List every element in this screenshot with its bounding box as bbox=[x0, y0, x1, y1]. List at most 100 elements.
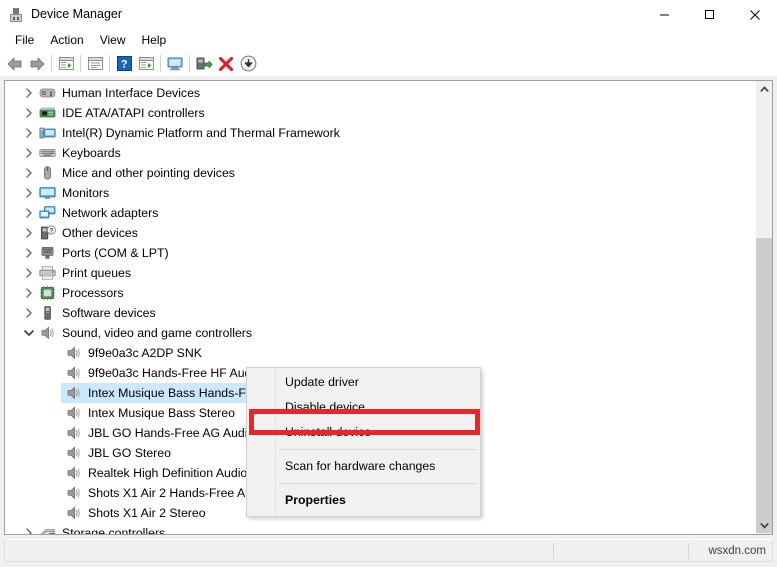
context-menu-item-scan-for-hardware-changes[interactable]: Scan for hardware changes bbox=[247, 454, 480, 479]
scrollbar-thumb[interactable] bbox=[756, 238, 772, 533]
menu-view[interactable]: View bbox=[92, 30, 134, 50]
tree-node-label: Intel(R) Dynamic Platform and Thermal Fr… bbox=[62, 126, 340, 140]
tree-category-row[interactable]: Mice and other pointing devices bbox=[5, 163, 755, 183]
chevron-right-icon[interactable] bbox=[21, 525, 37, 534]
toolbar-separator bbox=[160, 55, 161, 72]
toolbar-separator bbox=[109, 55, 110, 72]
uninstall-device-icon[interactable] bbox=[215, 53, 237, 75]
status-divider bbox=[688, 543, 689, 559]
window-controls bbox=[642, 0, 777, 29]
svg-text:?: ? bbox=[49, 228, 53, 235]
forward-icon[interactable] bbox=[26, 53, 48, 75]
chevron-right-icon[interactable] bbox=[21, 305, 37, 321]
tree-category-row[interactable]: Human Interface Devices bbox=[5, 83, 755, 103]
chevron-right-icon[interactable] bbox=[21, 85, 37, 101]
show-hide-action-pane-icon[interactable] bbox=[135, 53, 157, 75]
chevron-right-icon[interactable] bbox=[21, 265, 37, 281]
tree-node-label: JBL GO Hands-Free AG Audio bbox=[88, 426, 255, 440]
speaker-icon bbox=[65, 485, 82, 501]
tree-category-row[interactable]: Monitors bbox=[5, 183, 755, 203]
menu-file[interactable]: File bbox=[7, 30, 42, 50]
maximize-button[interactable] bbox=[687, 0, 732, 29]
speaker-icon bbox=[65, 465, 82, 481]
scrollbar-track[interactable] bbox=[756, 98, 772, 533]
tree-node-label: Other devices bbox=[62, 226, 138, 240]
show-hide-console-tree-icon[interactable] bbox=[55, 53, 77, 75]
vertical-scrollbar[interactable] bbox=[755, 81, 772, 534]
chevron-right-icon[interactable] bbox=[21, 165, 37, 181]
tree-category-row[interactable]: Sound, video and game controllers bbox=[5, 323, 755, 343]
back-icon[interactable] bbox=[4, 53, 26, 75]
context-menu-item-uninstall-device[interactable]: Uninstall device bbox=[247, 420, 480, 445]
chevron-right-icon[interactable] bbox=[21, 185, 37, 201]
tree-category-row[interactable]: Storage controllers bbox=[5, 523, 755, 534]
watermark-text: wsxdn.com bbox=[708, 545, 766, 557]
tree-category-row[interactable]: Keyboards bbox=[5, 143, 755, 163]
chevron-right-icon[interactable] bbox=[21, 225, 37, 241]
processor-icon bbox=[39, 285, 56, 301]
context-menu: Update driver Disable device Uninstall d… bbox=[246, 367, 481, 517]
tree-node-label: Shots X1 Air 2 Stereo bbox=[88, 506, 206, 520]
tree-category-row[interactable]: Network adapters bbox=[5, 203, 755, 223]
disable-device-icon[interactable] bbox=[237, 53, 259, 75]
ide-controller-icon bbox=[39, 105, 56, 121]
tree-category-row[interactable]: Software devices bbox=[5, 303, 755, 323]
tree-category-row[interactable]: Processors bbox=[5, 283, 755, 303]
menu-help[interactable]: Help bbox=[134, 30, 175, 50]
system-device-icon bbox=[39, 125, 56, 141]
close-button[interactable] bbox=[732, 0, 777, 29]
tree-category-row[interactable]: ? Other devices bbox=[5, 223, 755, 243]
tree-node-label: Print queues bbox=[62, 266, 132, 280]
speaker-icon bbox=[65, 365, 82, 381]
context-menu-item-update-driver[interactable]: Update driver bbox=[247, 370, 480, 395]
tree-category-row[interactable]: Print queues bbox=[5, 263, 755, 283]
chevron-right-icon[interactable] bbox=[21, 145, 37, 161]
menu-bar: File Action View Help bbox=[0, 29, 777, 51]
menu-action[interactable]: Action bbox=[42, 30, 91, 50]
tree-node-label: Mice and other pointing devices bbox=[62, 166, 235, 180]
context-menu-separator bbox=[279, 483, 476, 484]
tree-category-row[interactable]: IDE ATA/ATAPI controllers bbox=[5, 103, 755, 123]
scroll-down-icon[interactable] bbox=[756, 517, 772, 534]
tree-node-label: Realtek High Definition Audio bbox=[88, 466, 248, 480]
chevron-right-icon[interactable] bbox=[21, 125, 37, 141]
storage-controller-icon bbox=[39, 525, 56, 534]
status-bar: wsxdn.com bbox=[4, 539, 773, 562]
help-icon[interactable]: ? bbox=[113, 53, 135, 75]
minimize-button[interactable] bbox=[642, 0, 687, 29]
toolbar-separator bbox=[189, 55, 190, 72]
mouse-icon bbox=[39, 165, 56, 181]
context-menu-item-properties[interactable]: Properties bbox=[247, 488, 480, 513]
speaker-icon bbox=[65, 505, 82, 521]
keyboard-icon bbox=[39, 145, 56, 161]
chevron-right-icon[interactable] bbox=[21, 285, 37, 301]
properties-icon[interactable] bbox=[84, 53, 106, 75]
tree-node-label: Sound, video and game controllers bbox=[62, 326, 253, 340]
tree-node-label: Network adapters bbox=[62, 206, 159, 220]
tree-node-label: 9f9e0a3c Hands-Free HF Audio bbox=[88, 366, 261, 380]
monitor-icon bbox=[39, 185, 56, 201]
port-icon bbox=[39, 245, 56, 261]
tree-category-row[interactable]: Intel(R) Dynamic Platform and Thermal Fr… bbox=[5, 123, 755, 143]
scan-for-hardware-changes-icon[interactable] bbox=[164, 53, 186, 75]
tree-node-label: Ports (COM & LPT) bbox=[62, 246, 169, 260]
update-driver-icon[interactable] bbox=[193, 53, 215, 75]
tree-device-row[interactable]: 9f9e0a3c A2DP SNK bbox=[5, 343, 755, 363]
title-bar: Device Manager bbox=[0, 0, 777, 29]
context-menu-item-disable-device[interactable]: Disable device bbox=[247, 395, 480, 420]
chevron-right-icon[interactable] bbox=[21, 245, 37, 261]
speaker-icon bbox=[65, 425, 82, 441]
hid-icon bbox=[39, 85, 56, 101]
tree-node-label: IDE ATA/ATAPI controllers bbox=[62, 106, 205, 120]
speaker-icon bbox=[65, 405, 82, 421]
speaker-icon bbox=[65, 345, 82, 361]
scroll-up-icon[interactable] bbox=[756, 81, 772, 98]
chevron-right-icon[interactable] bbox=[21, 105, 37, 121]
chevron-down-icon[interactable] bbox=[21, 325, 37, 341]
chevron-right-icon[interactable] bbox=[21, 205, 37, 221]
tree-node-label: Processors bbox=[62, 286, 124, 300]
status-divider bbox=[553, 543, 554, 559]
context-menu-separator bbox=[279, 449, 476, 450]
tree-category-row[interactable]: Ports (COM & LPT) bbox=[5, 243, 755, 263]
toolbar-separator bbox=[51, 55, 52, 72]
